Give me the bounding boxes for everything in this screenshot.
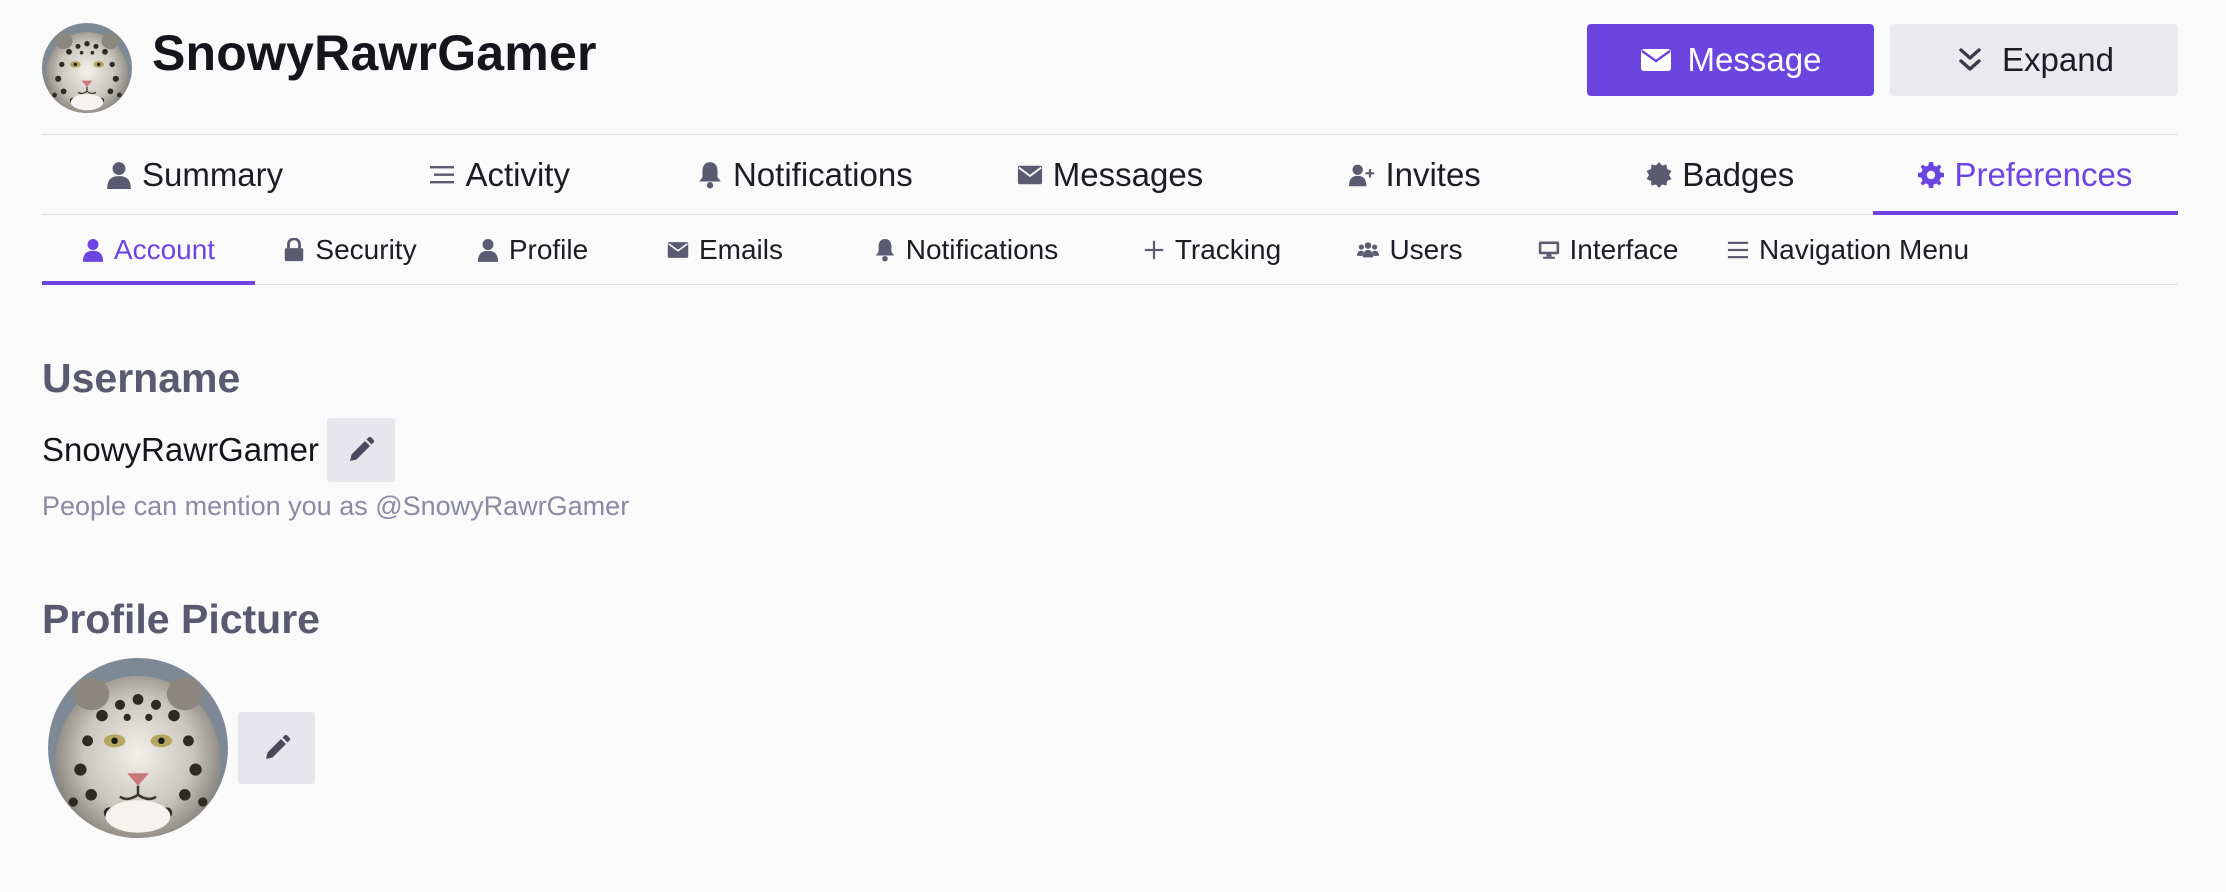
user-icon <box>106 161 132 189</box>
subtab-account[interactable]: Account <box>42 215 255 285</box>
subtab-label: Emails <box>698 233 783 265</box>
tab-label: Activity <box>465 155 570 193</box>
mention-hint: People can mention you as @SnowyRawrGame… <box>42 491 630 521</box>
message-button[interactable]: Message <box>1587 24 1874 96</box>
desktop-icon <box>1538 238 1560 262</box>
user-icon <box>82 238 104 262</box>
expand-button-label: Expand <box>2002 41 2114 78</box>
subtab-navigation-menu[interactable]: Navigation Menu <box>1718 215 1978 284</box>
subtab-label: Account <box>113 233 216 265</box>
user-header: SnowyRawrGamer Message Expand <box>42 0 2178 135</box>
subtab-security[interactable]: Security <box>255 215 445 284</box>
plus-icon <box>1143 238 1165 262</box>
avatar[interactable] <box>42 23 132 113</box>
tab-badges[interactable]: Badges <box>1568 135 1873 214</box>
profile-picture-row <box>48 658 315 838</box>
bars-icon <box>1727 238 1749 262</box>
user-plus-icon <box>1349 161 1375 189</box>
subtab-notifications[interactable]: Notifications <box>830 215 1102 284</box>
snow-leopard-avatar-icon <box>42 23 132 113</box>
users-icon <box>1357 238 1380 262</box>
pencil-icon <box>265 734 290 759</box>
subtab-label: Profile <box>508 233 589 265</box>
header-actions: Message Expand <box>1587 24 2178 96</box>
tab-label: Preferences <box>1954 155 2133 193</box>
username-row: SnowyRawrGamer <box>42 418 395 482</box>
subtab-interface[interactable]: Interface <box>1498 215 1718 284</box>
tab-label: Notifications <box>732 155 913 193</box>
list-icon <box>429 161 455 189</box>
edit-profile-picture-button[interactable] <box>238 712 315 784</box>
tab-label: Badges <box>1682 155 1795 193</box>
pencil-icon <box>349 436 375 461</box>
subtab-label: Security <box>315 233 417 265</box>
tab-preferences[interactable]: Preferences <box>1872 135 2179 215</box>
bell-icon <box>874 238 896 262</box>
profile-picture-heading: Profile Picture <box>42 596 320 642</box>
tab-invites[interactable]: Invites <box>1263 135 1568 214</box>
bell-icon <box>697 161 723 189</box>
chevron-double-down-icon <box>1954 46 1986 74</box>
profile-page: SnowyRawrGamer Message Expand Summary Ac… <box>42 0 2179 838</box>
account-subtabs: Account Security Profile Emails Notifica… <box>42 215 2178 285</box>
snow-leopard-avatar-icon <box>48 658 228 838</box>
subtab-users[interactable]: Users <box>1322 215 1498 284</box>
tab-summary[interactable]: Summary <box>42 135 347 214</box>
gear-icon <box>1918 161 1945 189</box>
primary-tabs: Summary Activity Notifications Messages … <box>42 135 2179 215</box>
tab-label: Invites <box>1385 155 1481 193</box>
subtab-emails[interactable]: Emails <box>620 215 830 284</box>
envelope-icon <box>667 238 689 262</box>
subtab-tracking[interactable]: Tracking <box>1102 215 1322 284</box>
page-title: SnowyRawrGamer <box>152 25 597 81</box>
tab-label: Messages <box>1052 155 1204 193</box>
subtab-label: Users <box>1389 233 1463 265</box>
tab-messages[interactable]: Messages <box>957 135 1262 214</box>
edit-username-button[interactable] <box>326 418 395 482</box>
subtab-label: Interface <box>1569 233 1679 265</box>
username-heading: Username <box>42 355 241 401</box>
subtab-label: Navigation Menu <box>1758 233 1970 265</box>
user-icon <box>477 238 499 262</box>
username-value: SnowyRawrGamer <box>42 431 319 468</box>
subtab-profile[interactable]: Profile <box>445 215 620 284</box>
tab-label: Summary <box>141 155 284 193</box>
profile-picture <box>48 658 228 838</box>
tab-activity[interactable]: Activity <box>347 135 652 214</box>
expand-button[interactable]: Expand <box>1890 24 2178 96</box>
envelope-icon <box>1017 161 1043 189</box>
subtab-label: Tracking <box>1174 233 1282 265</box>
envelope-icon <box>1640 46 1672 74</box>
lock-icon <box>283 237 305 262</box>
message-button-label: Message <box>1687 41 1822 78</box>
badge-icon <box>1646 161 1672 189</box>
tab-notifications[interactable]: Notifications <box>652 135 957 214</box>
subtab-label: Notifications <box>905 233 1059 265</box>
